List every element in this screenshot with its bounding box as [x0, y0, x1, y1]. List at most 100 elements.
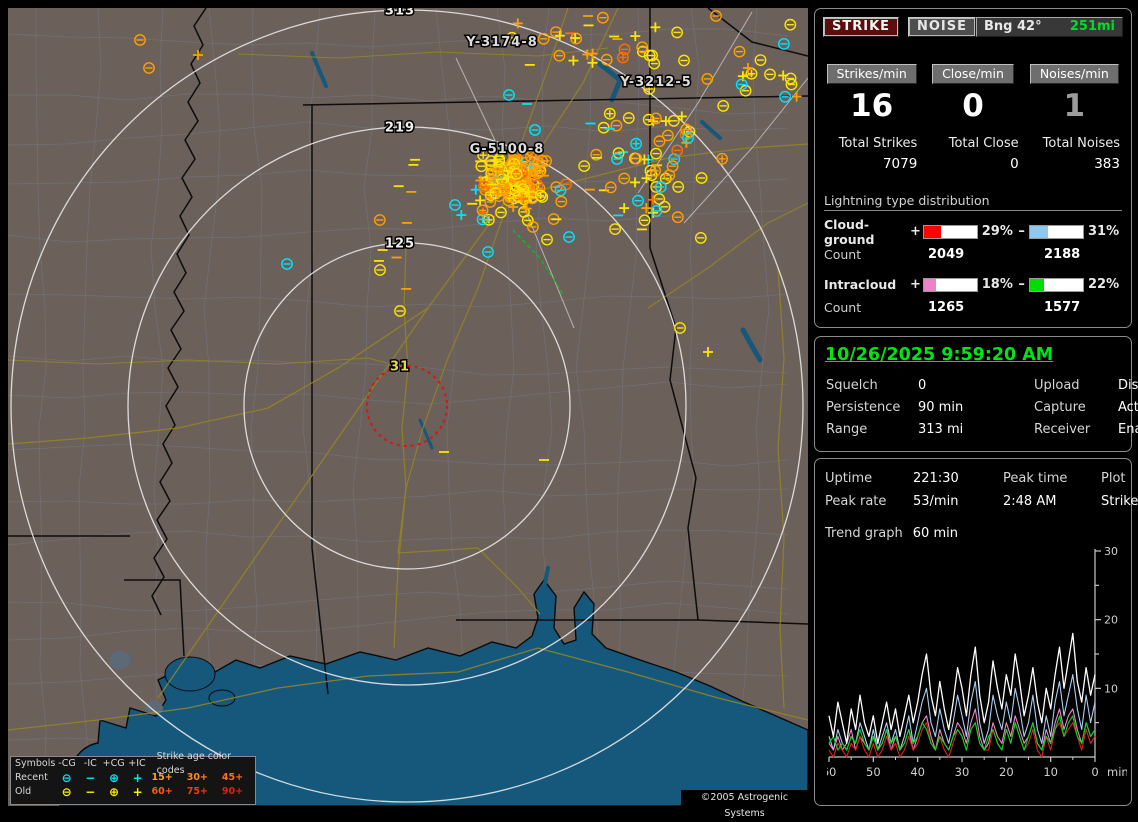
noises-per-min-value: 1	[1063, 88, 1086, 124]
svg-text:G-5100-8: G-5100-8	[470, 142, 545, 157]
plus-icon: +	[132, 785, 143, 799]
intracloud-row: Intracloud + 18% – 22%	[824, 275, 1122, 294]
minus-sign: –	[1018, 224, 1025, 239]
cloud-ground-row: Cloud-ground + 29% – 31%	[824, 217, 1122, 247]
receiver-label: Receiver	[1034, 422, 1091, 437]
app-window: 313 219 125 31 Y-3174-8 Y-3212-5 G-5100-8 Symb…	[0, 0, 1138, 819]
noise-mode-button[interactable]: NOISE	[907, 17, 976, 37]
count-label: Count	[824, 247, 862, 262]
map-canvas[interactable]: 313 219 125 31 Y-3174-8 Y-3212-5 G-5100-8	[8, 8, 808, 806]
count-label: Count	[824, 300, 862, 315]
age-90: 90+	[221, 786, 244, 797]
stats-panel: STRIKE NOISE Bng 42° 251mi Strikes/min 1…	[814, 8, 1132, 328]
svg-text:30: 30	[1104, 545, 1118, 558]
strikes-per-min-label[interactable]: Strikes/min	[826, 64, 917, 84]
minus-icon: −	[85, 771, 96, 785]
svg-text:313: 313	[385, 8, 415, 19]
range-label: Range	[826, 422, 868, 437]
strikes-per-min-value: 16	[850, 88, 894, 124]
session-grid: Uptime 221:30 Peak time Plot Peak rate 5…	[825, 471, 1138, 509]
squelch-value: 0	[918, 378, 927, 393]
peak-rate-value: 53/min	[913, 494, 959, 509]
legend-recent-label: Recent	[15, 772, 48, 783]
legend-row-recent: Recent ⊖ − ⊕ + 15+ 30+ 45+	[11, 771, 255, 785]
age-75: 75+	[186, 786, 208, 797]
ic-negative-percent: 22%	[1087, 277, 1120, 292]
minus-icon: −	[85, 785, 96, 799]
svg-text:50: 50	[866, 765, 881, 779]
legend-row-old: Old ⊖ − ⊕ + 60+ 75+ 90+	[11, 785, 255, 799]
svg-text:20: 20	[1104, 614, 1118, 627]
noises-per-min-label[interactable]: Noises/min	[1029, 64, 1119, 84]
legend-col-neg-cg: -CG	[58, 758, 76, 769]
cg-negative-percent: 31%	[1087, 224, 1120, 239]
cg-positive-bar	[923, 224, 978, 239]
noises-per-min-column: Noises/min 1 Total Noises 383	[1024, 63, 1125, 172]
peak-rate-label: Peak rate	[825, 494, 887, 509]
svg-text:125: 125	[385, 237, 415, 252]
plot-label: Plot	[1101, 471, 1126, 486]
svg-text:40: 40	[910, 765, 925, 779]
legend-symbols-header: Symbols	[15, 758, 56, 769]
time-status-panel: 10/26/2025 9:59:20 AM Squelch 0 Upload D…	[814, 336, 1138, 452]
minus-sign: –	[1018, 277, 1025, 292]
peak-time-value: 2:48 AM	[1003, 494, 1057, 509]
status-grid: Squelch 0 Upload Disabled Persistence 90…	[825, 378, 1138, 437]
cloud-ground-label: Cloud-ground	[824, 216, 875, 247]
plus-icon: +	[132, 771, 143, 785]
svg-text:219: 219	[385, 121, 415, 136]
legend-old-label: Old	[15, 786, 32, 797]
close-per-min-label[interactable]: Close/min	[932, 64, 1014, 84]
total-noises-value: 383	[1094, 156, 1120, 172]
uptime-value: 221:30	[913, 471, 959, 486]
plus-sign: +	[909, 277, 921, 292]
total-close-label: Total Close	[948, 136, 1019, 151]
intracloud-label: Intracloud	[824, 277, 897, 292]
ic-negative-count: 1577	[1044, 300, 1081, 315]
svg-text:30: 30	[955, 765, 970, 779]
squelch-label: Squelch	[826, 378, 878, 393]
intracloud-count-row: Count 1265 1577	[824, 300, 1122, 315]
strike-mode-button[interactable]: STRIKE	[823, 17, 900, 37]
persistence-label: Persistence	[826, 400, 901, 415]
bearing-value: Bng 42°	[984, 19, 1042, 34]
bearing-distance: 251mi	[1069, 19, 1115, 34]
circle-minus-icon: ⊖	[61, 785, 72, 799]
copyright-text: ©2005 Astrogenic Systems	[681, 790, 808, 819]
trend-graph-label: Trend graph	[825, 526, 903, 541]
svg-text:31: 31	[390, 360, 410, 375]
range-value: 313 mi	[918, 422, 964, 437]
legend-col-neg-ic: -IC	[83, 758, 97, 769]
bearing-indicator: Bng 42° 251mi	[976, 17, 1123, 37]
rates-row: Strikes/min 16 Total Strikes 7079 Close/…	[815, 63, 1131, 172]
svg-text:Y-3174-8: Y-3174-8	[465, 35, 538, 50]
trend-panel: Uptime 221:30 Peak time Plot Peak rate 5…	[814, 458, 1138, 806]
peak-time-label: Peak time	[1003, 471, 1068, 486]
total-close-value: 0	[1010, 156, 1019, 172]
age-60: 60+	[151, 786, 173, 797]
cg-negative-bar	[1029, 224, 1084, 239]
trend-graph-chart: 10 20 30 60 50 40 30 20 10 0 min	[827, 545, 1127, 779]
svg-text:0: 0	[1091, 765, 1098, 779]
svg-text:60: 60	[827, 765, 836, 779]
age-30: 30+	[186, 772, 208, 783]
circle-plus-icon: ⊕	[108, 771, 120, 785]
age-15: 15+	[151, 772, 173, 783]
cloud-ground-count-row: Count 2049 2188	[824, 247, 1122, 262]
distribution-title: Lightning type distribution	[824, 193, 1122, 211]
datetime-display: 10/26/2025 9:59:20 AM	[825, 345, 1054, 365]
ic-positive-bar	[923, 277, 978, 292]
circle-plus-icon: ⊕	[108, 785, 120, 799]
lightning-map[interactable]: 313 219 125 31 Y-3174-8 Y-3212-5 G-5100-8 Symb…	[8, 8, 808, 819]
trend-graph-header: Trend graph 60 min	[825, 526, 1125, 541]
svg-text:10: 10	[1043, 765, 1058, 779]
age-45: 45+	[221, 772, 244, 783]
circle-minus-icon: ⊖	[61, 771, 72, 785]
plus-sign: +	[909, 224, 921, 239]
svg-text:Y-3212-5: Y-3212-5	[619, 75, 692, 90]
map-legend: Symbols -CG -IC +CG +IC Strike age color…	[10, 751, 256, 805]
lightning-distribution: Lightning type distribution Cloud-ground…	[824, 193, 1122, 315]
svg-text:min: min	[1107, 765, 1127, 779]
close-per-min-column: Close/min 0 Total Close 0	[922, 63, 1023, 172]
trend-window-value: 60 min	[912, 526, 958, 541]
